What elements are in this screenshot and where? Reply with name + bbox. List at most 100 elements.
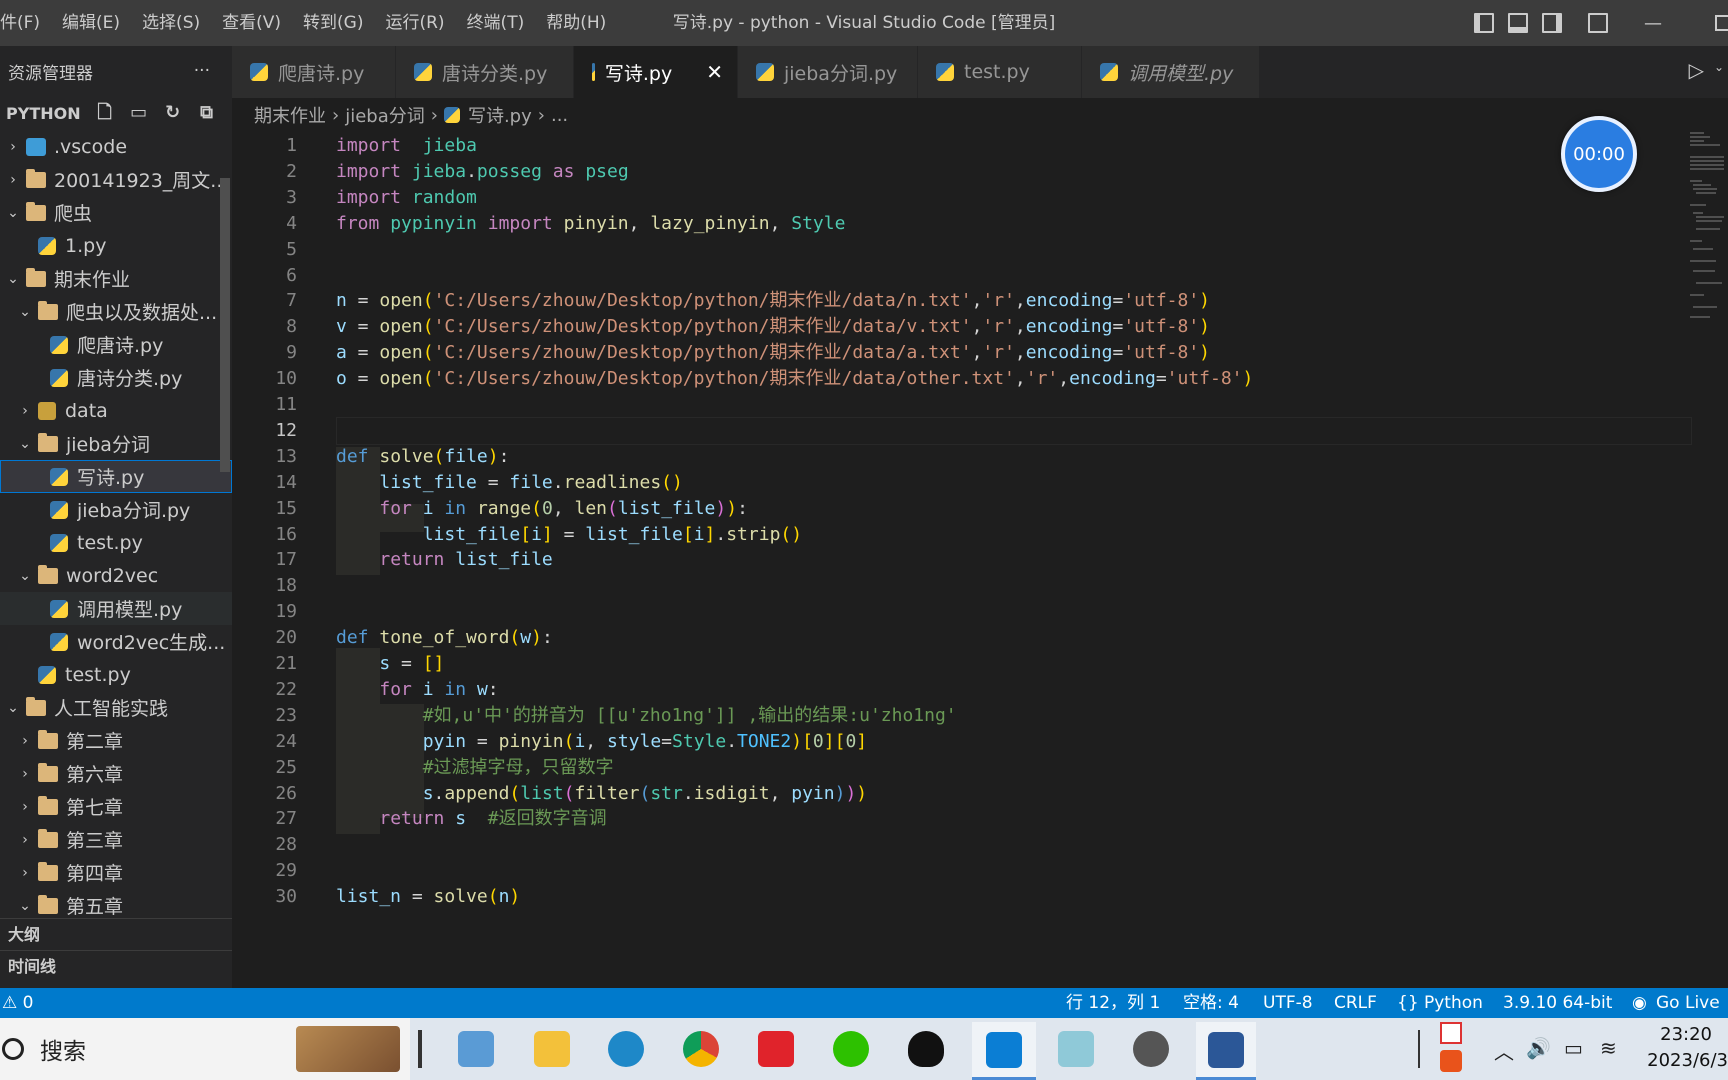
refresh-icon[interactable]: ↻ <box>163 103 183 123</box>
new-file-icon[interactable]: 🗋 <box>95 103 115 123</box>
tree-folder[interactable]: ⌄ word2vec <box>0 559 232 592</box>
editor-tab[interactable]: jieba分词.py <box>738 46 918 98</box>
tree-folder[interactable]: › 第七章 <box>0 790 232 823</box>
code-line[interactable]: 3 import random <box>232 184 1692 213</box>
chrome-icon[interactable] <box>677 1026 725 1072</box>
code-line[interactable]: 19 <box>232 598 1692 627</box>
tree-folder[interactable]: ⌄ jieba分词 <box>0 427 232 460</box>
code-line[interactable]: 23 #如,u'中'的拼音为 [[u'zho1ng']] ,输出的结果:u'zh… <box>232 702 1692 731</box>
tree-folder[interactable]: › 第四章 <box>0 856 232 889</box>
customize-layout-icon[interactable] <box>1588 13 1608 33</box>
python-interpreter[interactable]: 3.9.10 64-bit <box>1503 988 1612 1018</box>
cursor-position[interactable]: 行 12，列 1 <box>1066 988 1160 1018</box>
editor-tab[interactable]: test.py <box>918 46 1082 98</box>
minimap[interactable] <box>1690 130 1724 320</box>
editor-tab[interactable]: 爬唐诗.py <box>232 46 396 98</box>
qq-icon[interactable] <box>902 1026 950 1072</box>
braces-icon[interactable]: {} <box>1397 988 1419 1018</box>
tree-folder[interactable]: › 200141923_周文... <box>0 163 232 196</box>
tree-file[interactable]: test.py <box>0 658 232 691</box>
code-line[interactable]: 9 a = open('C:/Users/zhouw/Desktop/python… <box>232 339 1692 368</box>
code-line[interactable]: 25 #过滤掉字母，只留数字 <box>232 754 1692 783</box>
settings-icon[interactable] <box>1127 1026 1175 1072</box>
maximize-icon[interactable] <box>1700 0 1728 46</box>
clock[interactable]: 23:20 2023/6/3 <box>1636 1022 1728 1074</box>
code-line[interactable]: 5 <box>232 236 1692 265</box>
code-line[interactable]: 26 s.append(list(filter(str.isdigit, pyi… <box>232 780 1692 809</box>
menu-item[interactable]: 帮助(H) <box>535 0 617 46</box>
battery-icon[interactable]: ▭ <box>1564 1036 1583 1060</box>
tree-folder[interactable]: ⌄ 爬虫 <box>0 196 232 229</box>
editor-tab[interactable]: 写诗.py ✕ <box>574 46 738 98</box>
notes-app-icon[interactable] <box>1052 1026 1100 1072</box>
code-line[interactable]: 6 <box>232 262 1692 291</box>
go-live-icon[interactable]: ◉ <box>1632 988 1647 1018</box>
code-line[interactable]: 18 <box>232 572 1692 601</box>
menu-item[interactable]: 运行(R) <box>374 0 455 46</box>
pdf-tray-icon[interactable] <box>1440 1022 1462 1044</box>
problems-indicator[interactable]: ⚠ 0 <box>2 988 33 1018</box>
code-line[interactable]: 10 o = open('C:/Users/zhouw/Desktop/pytho… <box>232 365 1692 394</box>
tree-file[interactable]: 唐诗分类.py <box>0 361 232 394</box>
code-line[interactable]: 16 list_file[i] = list_file[i].strip() <box>232 521 1692 550</box>
wifi-icon[interactable]: ≋ <box>1600 1036 1617 1060</box>
tree-folder[interactable]: ⌄ 期末作业 <box>0 262 232 295</box>
code-line[interactable]: 15 for i in range(0, len(list_file)): <box>232 495 1692 524</box>
go-live-button[interactable]: Go Live <box>1656 988 1720 1018</box>
language-mode[interactable]: Python <box>1424 988 1483 1018</box>
editor-tab[interactable]: 调用模型.py <box>1082 46 1260 98</box>
code-line[interactable]: 12 <box>232 416 1692 446</box>
eol-setting[interactable]: CRLF <box>1334 988 1377 1018</box>
project-header[interactable]: PYTHON 🗋 ▭ ↻ ⧉ <box>0 96 232 130</box>
timeline-section[interactable]: 时间线 <box>0 950 232 982</box>
tree-file[interactable]: word2vec生成... <box>0 625 232 658</box>
code-line[interactable]: 13 def solve(file): <box>232 443 1692 472</box>
new-folder-icon[interactable]: ▭ <box>129 103 149 123</box>
code-line[interactable]: 27 return s #返回数字音调 <box>232 805 1692 834</box>
code-line[interactable]: 28 <box>232 831 1692 860</box>
tree-folder[interactable]: ⌄ 人工智能实践 <box>0 691 232 724</box>
code-line[interactable]: 29 <box>232 857 1692 886</box>
sidebar-scrollbar[interactable] <box>220 178 230 472</box>
code-line[interactable]: 30 list_n = solve(n) <box>232 883 1692 912</box>
sogou-tray-icon[interactable] <box>1440 1050 1462 1072</box>
run-dropdown-icon[interactable]: ⌄ <box>1714 60 1724 74</box>
menu-item[interactable]: 件(F) <box>0 0 51 46</box>
tree-file[interactable]: 写诗.py <box>0 460 232 493</box>
taskbar-search[interactable]: 搜索 <box>0 1018 410 1080</box>
editor-tab[interactable]: 唐诗分类.py <box>396 46 574 98</box>
tree-folder[interactable]: ⌄ 爬虫以及数据处... <box>0 295 232 328</box>
tree-folder[interactable]: › data <box>0 394 232 427</box>
code-line[interactable]: 24 pyin = pinyin(i, style=Style.TONE2)[0… <box>232 728 1692 757</box>
tree-file[interactable]: test.py <box>0 526 232 559</box>
tree-folder[interactable]: › 第六章 <box>0 757 232 790</box>
code-editor[interactable]: 1 import jieba 2 import jieba.posseg as pse… <box>232 132 1728 988</box>
collapse-all-icon[interactable]: ⧉ <box>197 103 217 123</box>
toggle-sidebar-icon[interactable] <box>1474 13 1494 33</box>
volume-icon[interactable]: 🔊 <box>1526 1036 1551 1060</box>
more-actions-icon[interactable]: ··· <box>194 61 210 81</box>
breadcrumb-item[interactable]: 期末作业 <box>254 102 326 128</box>
code-line[interactable]: 7 n = open('C:/Users/zhouw/Desktop/python… <box>232 287 1692 316</box>
youdao-icon[interactable] <box>752 1026 800 1072</box>
menu-item[interactable]: 选择(S) <box>131 0 211 46</box>
remote-desktop-icon[interactable] <box>452 1026 500 1072</box>
edge-icon[interactable] <box>602 1026 650 1072</box>
breadcrumb-item[interactable]: 写诗.py <box>468 102 532 128</box>
menu-item[interactable]: 编辑(E) <box>51 0 131 46</box>
tree-folder[interactable]: › 第二章 <box>0 724 232 757</box>
tree-folder[interactable]: › .vscode <box>0 130 232 163</box>
file-explorer-icon[interactable] <box>528 1026 576 1072</box>
vscode-taskbar-icon[interactable] <box>972 1022 1036 1080</box>
tree-file[interactable]: jieba分词.py <box>0 493 232 526</box>
code-line[interactable]: 14 list_file = file.readlines() <box>232 469 1692 498</box>
code-line[interactable]: 22 for i in w: <box>232 676 1692 705</box>
breadcrumb-item[interactable]: jieba分词 <box>345 102 425 128</box>
run-icon[interactable]: ▷ <box>1689 58 1704 82</box>
code-line[interactable]: 21 s = [] <box>232 650 1692 679</box>
code-line[interactable]: 11 <box>232 391 1692 420</box>
encoding-setting[interactable]: UTF-8 <box>1263 988 1313 1018</box>
tree-file[interactable]: 1.py <box>0 229 232 262</box>
timer-widget[interactable]: 00:00 <box>1561 116 1637 192</box>
tree-file[interactable]: 调用模型.py <box>0 592 232 625</box>
